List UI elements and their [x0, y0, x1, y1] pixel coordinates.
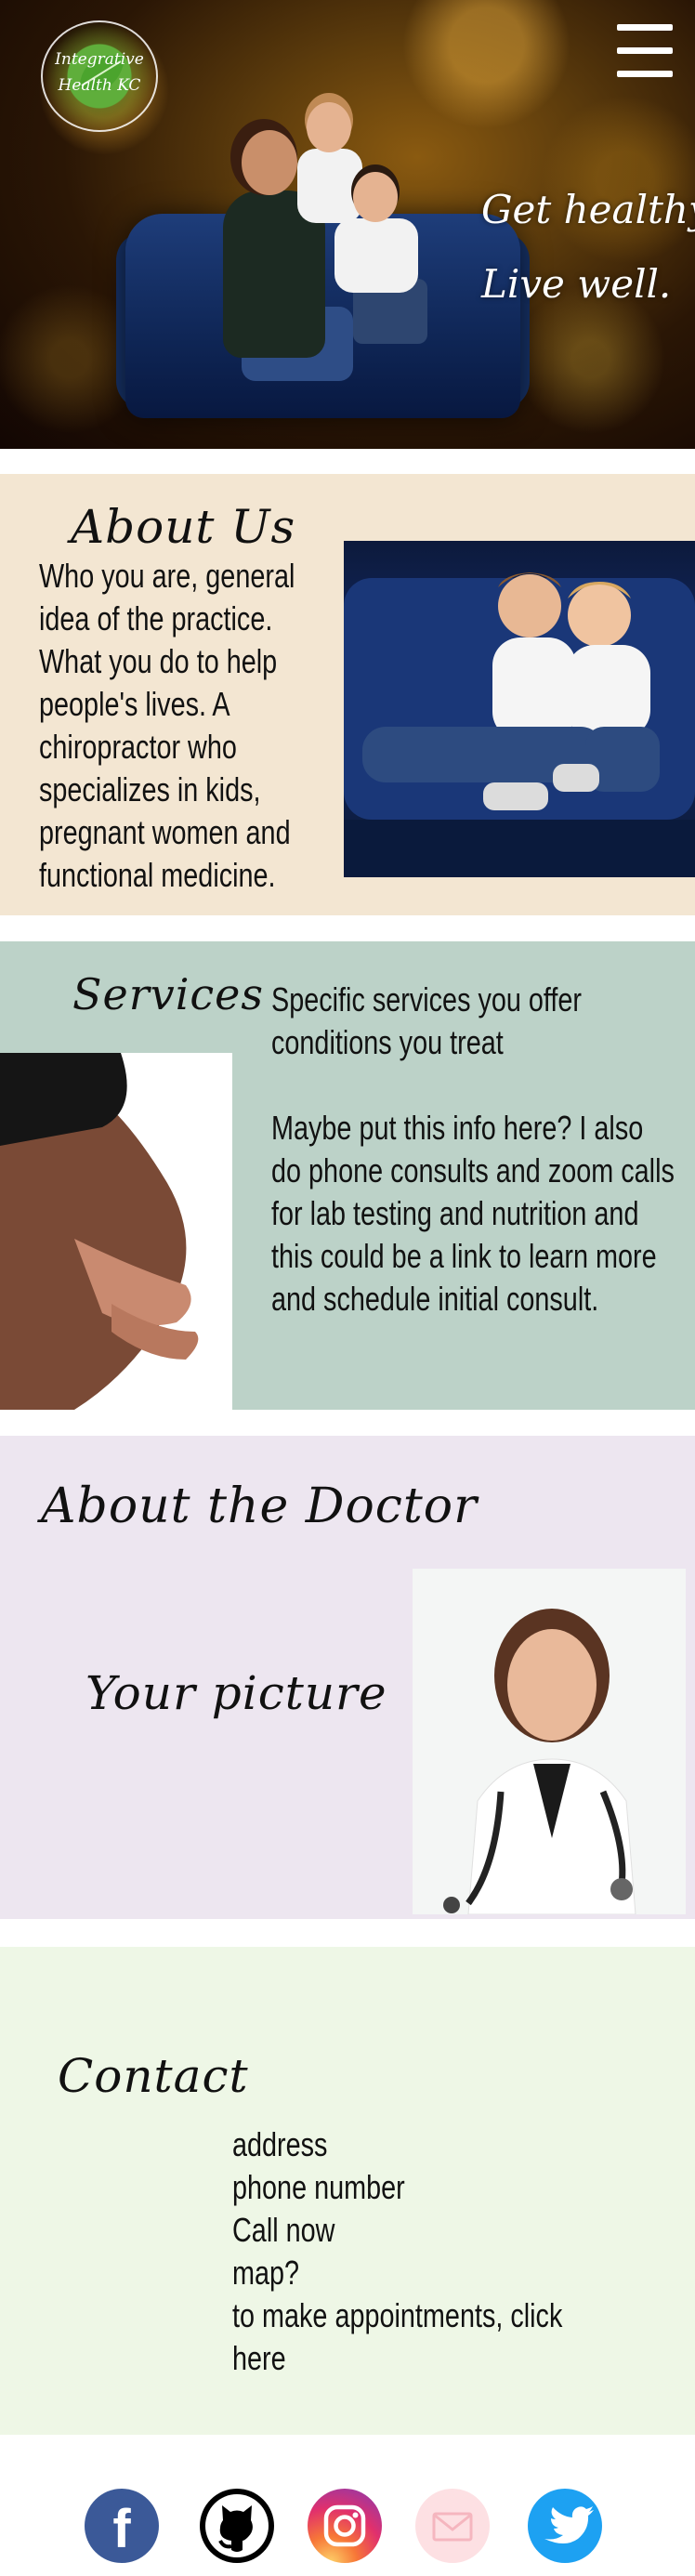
about-line: Who you are, general	[39, 557, 295, 595]
about-line: idea of the practice.	[39, 599, 273, 637]
email-icon[interactable]	[415, 2489, 490, 2563]
twitter-icon[interactable]	[528, 2489, 602, 2563]
about-line: chiropractor who	[39, 728, 237, 766]
facebook-icon[interactable]: f	[85, 2489, 159, 2563]
call-now-link[interactable]: Call now	[232, 2209, 619, 2252]
child-head-2	[353, 172, 398, 222]
contact-section: Contact address phone number Call now ma…	[0, 1947, 695, 2435]
child-head-1	[307, 102, 351, 152]
pregnant-belly-photo	[0, 1053, 232, 1410]
services-line: do phone consults and zoom calls	[271, 1151, 675, 1189]
services-line: Specific services you offer	[271, 980, 583, 1019]
services-section: Services Specific services you offer con…	[0, 941, 695, 1410]
about-line: pregnant women and	[39, 813, 291, 851]
about-us-text: Who you are, general idea of the practic…	[39, 555, 351, 897]
about-line: specializes in kids,	[39, 770, 261, 808]
github-icon[interactable]	[200, 2489, 274, 2563]
about-line: functional medicine.	[39, 856, 276, 894]
services-line: Maybe put this info here? I also	[271, 1109, 644, 1147]
hero-banner: Integrative Health KC Get healthy, Live …	[0, 0, 695, 449]
site-logo[interactable]: Integrative Health KC	[41, 20, 158, 132]
about-doctor-section: About the Doctor Your picture	[0, 1436, 695, 1919]
children-photo-illustration	[344, 572, 695, 877]
mother-head	[242, 130, 297, 195]
about-line: people's lives. A	[39, 685, 230, 723]
services-line: this could be a link to learn more	[271, 1237, 657, 1275]
tagline-line-1: Get healthy,	[481, 187, 695, 232]
contact-address: address	[232, 2125, 328, 2163]
logo-line-1: Integrative	[55, 50, 144, 69]
doctor-illustration	[413, 1569, 686, 1914]
pregnancy-illustration	[0, 1053, 199, 1410]
child-figure-2	[334, 218, 418, 293]
services-line: conditions you treat	[271, 1023, 504, 1061]
child-figure-1	[297, 149, 362, 223]
logo-line-2: Health KC	[58, 76, 141, 95]
children-on-sofa-photo	[344, 541, 695, 877]
services-heading: Services	[72, 969, 265, 1019]
services-text: Specific services you offer conditions y…	[271, 979, 688, 1321]
hero-tagline: Get healthy, Live well.	[481, 173, 695, 322]
map-link[interactable]: map?	[232, 2252, 619, 2294]
picture-placeholder-text: Your picture	[85, 1666, 387, 1720]
contact-details: address phone number Call now map? to ma…	[232, 2123, 619, 2380]
contact-heading: Contact	[58, 2049, 249, 2103]
contact-phone: phone number	[232, 2168, 405, 2206]
instagram-icon[interactable]	[308, 2489, 382, 2563]
appointments-link[interactable]: to make appointments, click here	[232, 2294, 619, 2380]
social-links-bar: f	[0, 2453, 695, 2576]
about-doctor-heading: About the Doctor	[41, 1479, 478, 1534]
svg-text:f: f	[112, 2499, 131, 2559]
services-line: and schedule initial consult.	[271, 1280, 599, 1318]
about-us-section: About Us Who you are, general idea of th…	[0, 474, 695, 915]
doctor-photo	[413, 1569, 686, 1914]
tagline-line-2: Live well.	[481, 261, 672, 307]
about-us-heading: About Us	[71, 500, 296, 554]
about-line: What you do to help	[39, 642, 278, 680]
services-line: for lab testing and nutrition and	[271, 1194, 639, 1232]
menu-hamburger-icon[interactable]	[617, 24, 673, 77]
